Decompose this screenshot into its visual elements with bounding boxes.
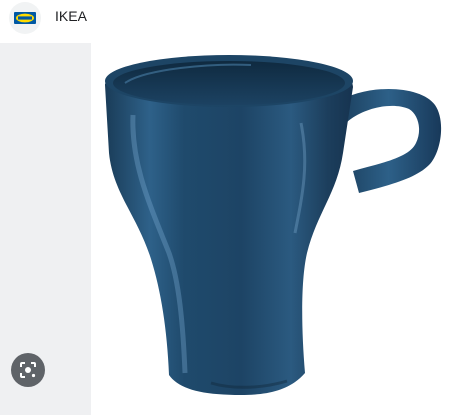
site-name[interactable]: IKEA <box>55 8 87 24</box>
visual-search-icon <box>20 362 36 378</box>
result-header: IKEA <box>0 0 453 34</box>
ikea-logo-icon <box>14 12 36 24</box>
site-logo[interactable] <box>9 2 41 34</box>
mug-icon <box>105 55 442 395</box>
visual-search-button[interactable] <box>11 353 45 387</box>
product-image[interactable] <box>91 43 453 415</box>
